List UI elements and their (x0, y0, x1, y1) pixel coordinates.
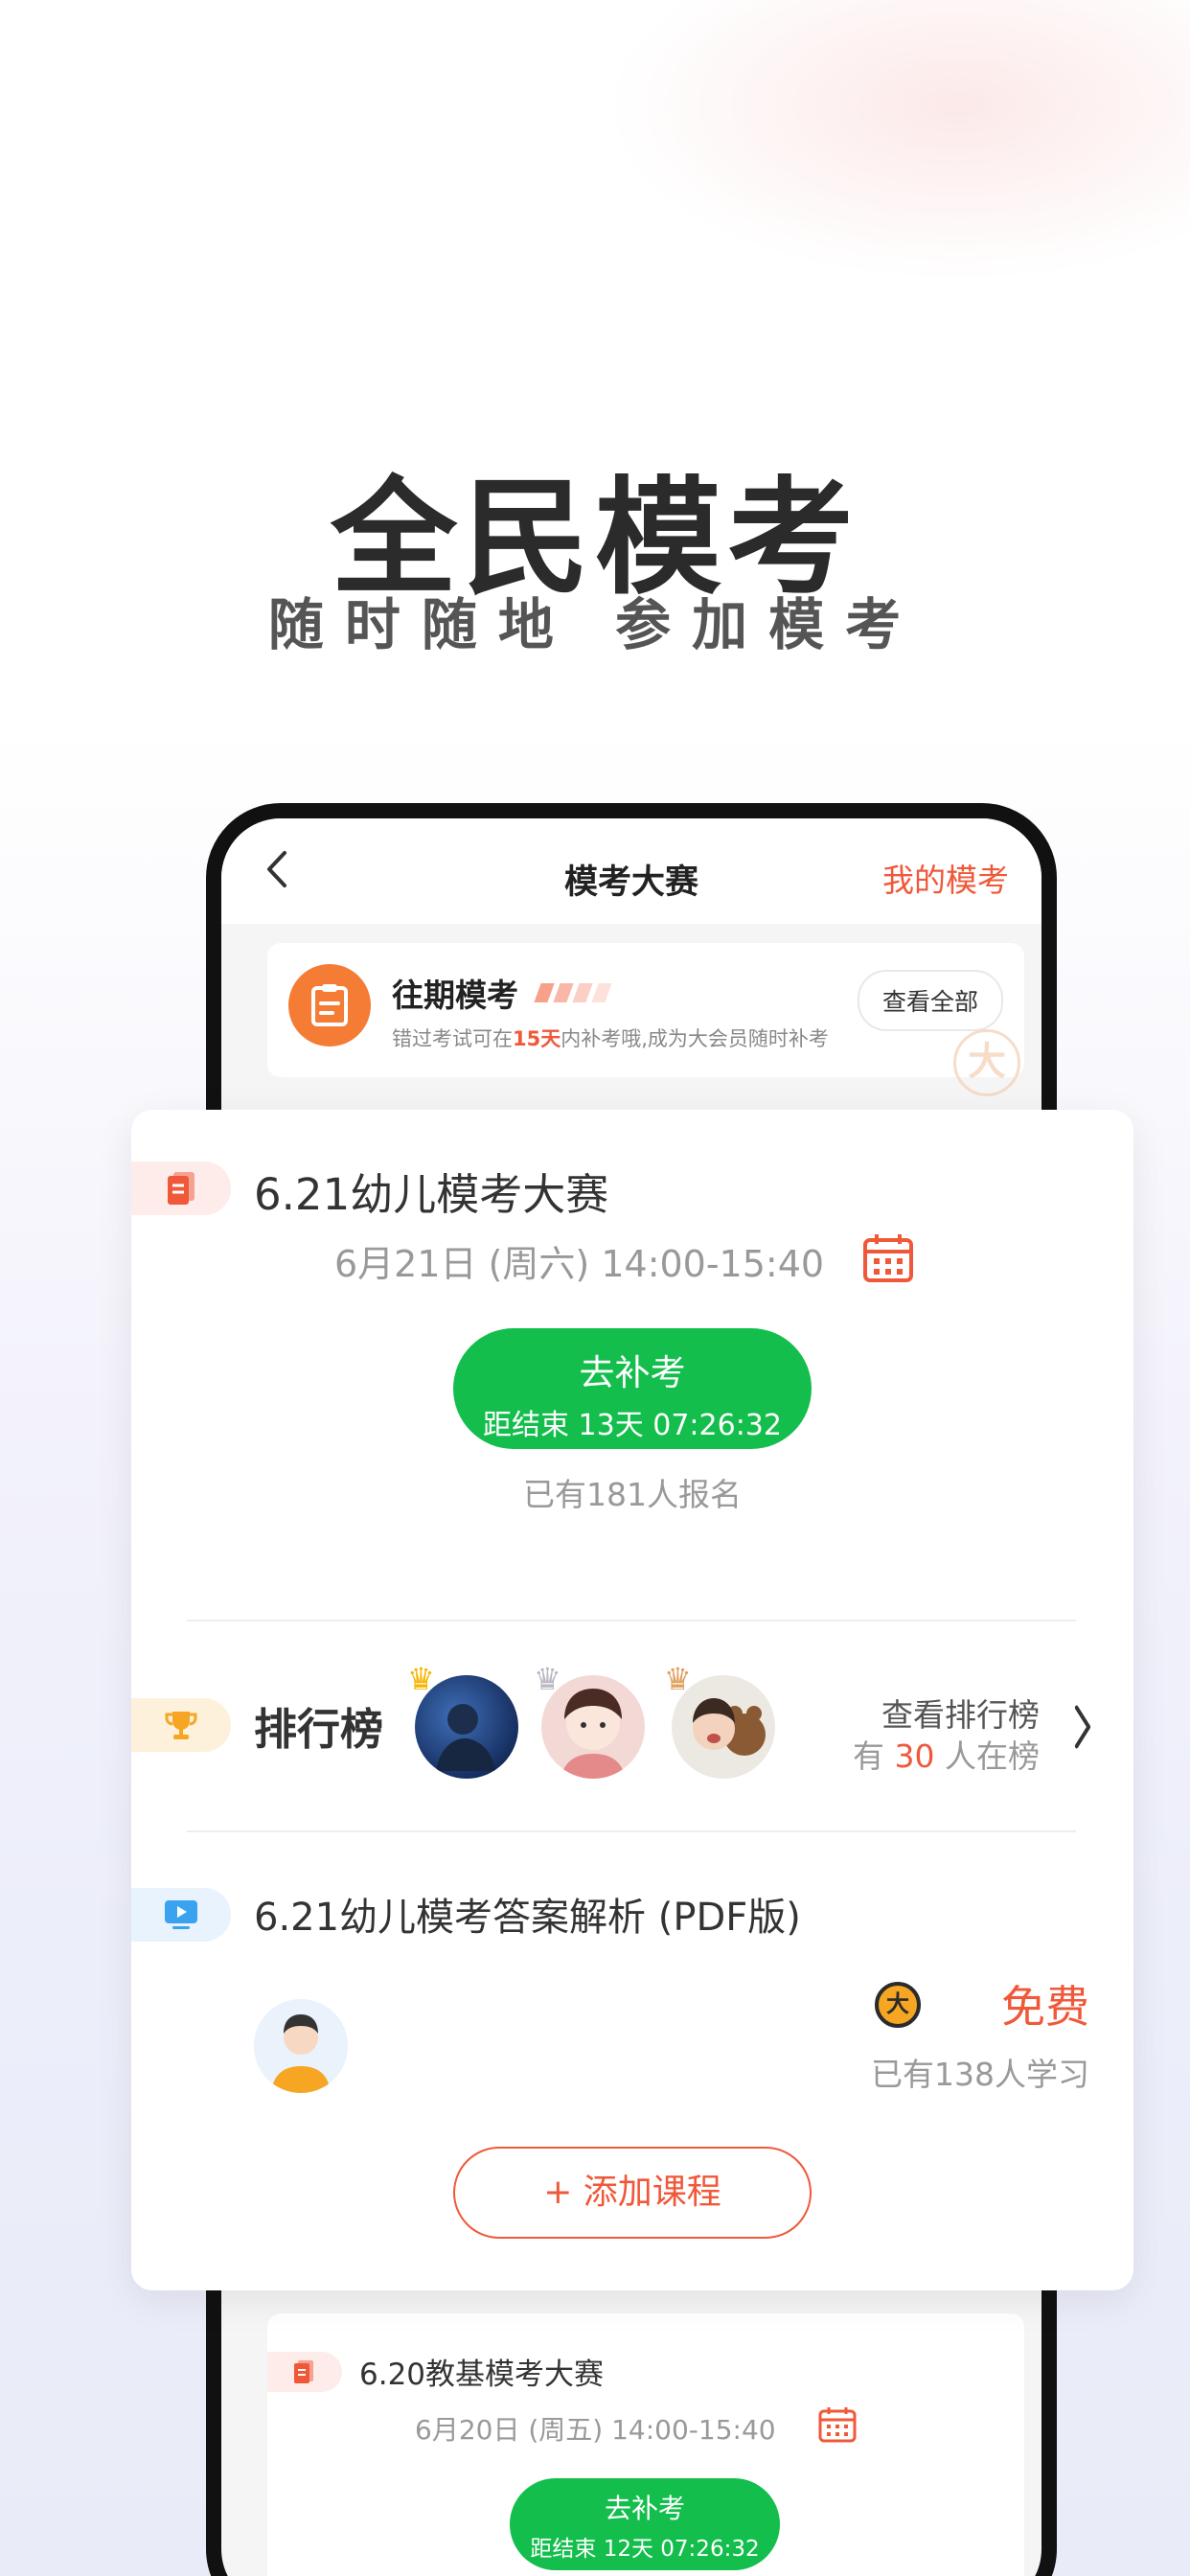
next-exam-title: 6.20教基模考大赛 (359, 2358, 605, 2392)
avatar[interactable] (415, 1675, 518, 1779)
view-ranking-link[interactable]: 查看排行榜 (881, 1690, 1040, 1736)
add-course-button[interactable]: + 添加课程 (453, 2147, 812, 2239)
view-all-button[interactable]: 查看全部 (857, 970, 1003, 1031)
document-icon (131, 1162, 231, 1215)
divider (187, 1830, 1076, 1832)
promo-subline: 随时随地 参加模考 (267, 592, 923, 657)
ranking-count: 有 30 人在榜 (853, 1737, 1040, 1775)
exam-detail-card: 6.21幼儿模考大赛 6月21日 (周六) 14:00-15:40 去补考 距结… (131, 1110, 1133, 2290)
avatar[interactable] (672, 1675, 775, 1779)
ranking-title: 排行榜 (254, 1704, 384, 1755)
next-makeup-exam-button[interactable]: 去补考 距结束 12天 07:26:32 (510, 2478, 780, 2570)
chevron-right-icon[interactable] (1073, 1700, 1093, 1767)
exam-time: 6月21日 (周六) 14:00-15:40 (334, 1243, 825, 1285)
calendar-icon[interactable] (861, 1232, 915, 1288)
teacher-avatar (254, 1999, 348, 2093)
next-exam-time: 6月20日 (周五) 14:00-15:40 (415, 2414, 776, 2446)
exam-title: 6.21幼儿模考大赛 (254, 1169, 609, 1220)
coin-icon: 大 (875, 1982, 921, 2028)
nav-bar: 模考大赛 我的模考 (221, 818, 1041, 924)
video-icon (131, 1888, 231, 1942)
past-exams-title: 往期模考 (392, 977, 518, 1014)
course-price: 免费 (1001, 1981, 1089, 2033)
logo-watermark-icon: 大 (953, 1029, 1020, 1096)
course-title[interactable]: 6.21幼儿模考答案解析 (PDF版) (254, 1886, 801, 1942)
signup-count: 已有181人报名 (523, 1476, 742, 1513)
makeup-exam-button[interactable]: 去补考 距结束 13天 07:26:32 (453, 1328, 812, 1449)
learned-count: 已有138人学习 (871, 2056, 1089, 2093)
document-icon (267, 2352, 342, 2392)
my-exams-link[interactable]: 我的模考 (882, 855, 1009, 901)
past-exams-banner[interactable]: 往期模考 错过考试可在15天内补考哦,成为大会员随时补考 查看全部 大 (267, 943, 1024, 1096)
divider (187, 1620, 1076, 1622)
past-exams-description: 错过考试可在15天内补考哦,成为大会员随时补考 (392, 1027, 829, 1050)
trophy-icon (131, 1698, 231, 1752)
clipboard-icon (288, 964, 371, 1046)
avatar[interactable] (541, 1675, 645, 1779)
next-exam-card: 6.20教基模考大赛 6月20日 (周五) 14:00-15:40 去补考 距结… (267, 2313, 1024, 2576)
calendar-icon[interactable] (817, 2405, 858, 2448)
stripes-decoration (534, 983, 612, 1002)
